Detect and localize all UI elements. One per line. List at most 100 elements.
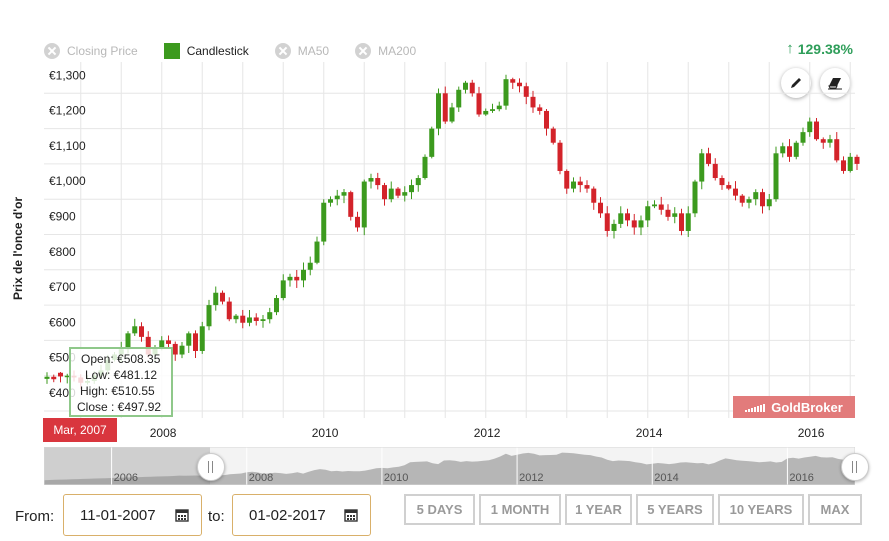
candle: [44, 376, 50, 379]
candle: [719, 178, 725, 186]
candle: [355, 216, 360, 228]
candle: [213, 292, 219, 306]
candle: [449, 107, 455, 122]
candle: [375, 178, 381, 186]
candle: [692, 181, 698, 214]
navigator-tick-label: 2010: [384, 472, 408, 484]
candle: [166, 340, 171, 344]
candle: [746, 199, 752, 203]
calendar-icon: [344, 509, 358, 522]
candle: [186, 333, 192, 346]
candle: [456, 89, 462, 108]
x-axis-ticks: 2008 2010 2012 2014 2016: [150, 426, 825, 440]
to-label: to:: [208, 508, 225, 525]
range-max-button[interactable]: MAX: [808, 494, 862, 525]
tooltip-open: Open: €508.35: [81, 352, 161, 366]
range-1-year-button[interactable]: 1 YEAR: [565, 494, 632, 525]
to-date-value: 01-02-2017: [249, 506, 326, 524]
candle: [820, 139, 826, 143]
from-label: From:: [15, 508, 55, 525]
y-tick-label: €600: [49, 315, 76, 329]
candle: [429, 128, 435, 157]
candle: [726, 185, 732, 189]
candle: [766, 199, 772, 207]
candle: [240, 315, 246, 323]
candle: [328, 199, 333, 203]
y-tick-label: €700: [49, 280, 76, 294]
candle: [51, 376, 57, 380]
candle: [672, 213, 678, 217]
candle: [422, 156, 428, 179]
candle: [287, 276, 293, 281]
candle: [814, 121, 819, 140]
y-tick-label: €900: [49, 210, 76, 224]
candle: [267, 312, 273, 320]
candle: [652, 204, 657, 207]
candle: [307, 262, 313, 270]
y-tick-label: €800: [49, 245, 76, 259]
candle: [712, 163, 718, 179]
range-navigator[interactable]: 2006 2008 2010 2012 2014 2016: [44, 447, 855, 485]
candle: [571, 181, 576, 189]
candle: [706, 153, 711, 164]
candle: [787, 146, 792, 157]
candle: [402, 192, 408, 196]
candle: [854, 156, 860, 164]
range-10-years-button[interactable]: 10 YEARS: [718, 494, 804, 525]
navigator-tick-label: 2016: [789, 472, 813, 484]
tooltip-low: Low: €481.12: [85, 368, 158, 382]
candle: [834, 139, 840, 161]
candle: [793, 142, 799, 157]
candle: [321, 202, 327, 242]
y-tick-label: €1,300: [49, 68, 86, 82]
to-date-input[interactable]: 01-02-2017: [232, 494, 371, 536]
calendar-icon: [175, 509, 189, 522]
range-5-years-button[interactable]: 5 YEARS: [636, 494, 714, 525]
y-tick-label: €1,200: [49, 104, 86, 118]
candle: [800, 132, 806, 143]
candle: [220, 292, 225, 302]
navigator-handle-left[interactable]: [197, 453, 225, 481]
candle: [577, 181, 583, 186]
navigator-handle-right[interactable]: [841, 453, 869, 481]
navigator-tick-label: 2006: [114, 472, 138, 484]
candle: [584, 185, 590, 189]
candle: [699, 153, 705, 182]
range-1-month-button[interactable]: 1 MONTH: [479, 494, 561, 525]
candle: [172, 343, 178, 355]
candle: [247, 317, 252, 323]
tooltip-high: High: €510.55: [80, 384, 155, 398]
candle: [544, 110, 549, 129]
candle: [780, 146, 786, 154]
x-tick-label: 2012: [474, 426, 501, 440]
candle: [537, 107, 543, 111]
navigator-tick-label: 2012: [519, 472, 543, 484]
candle: [679, 213, 684, 231]
candle: [557, 142, 563, 171]
candle: [564, 170, 570, 189]
candle: [490, 109, 495, 111]
candle: [206, 305, 212, 327]
y-tick-label: €1,100: [49, 139, 86, 153]
candle: [827, 139, 833, 143]
tooltip-close: Close : €497.92: [77, 400, 162, 414]
candle: [510, 79, 516, 83]
candle: [233, 315, 239, 320]
y-tick-label: €1,000: [49, 174, 86, 188]
candle: [260, 319, 266, 321]
candle: [645, 206, 651, 221]
navigator-tick-label: 2008: [249, 472, 273, 484]
candle: [463, 82, 468, 90]
candle: [348, 192, 354, 217]
range-5-days-button[interactable]: 5 DAYS: [404, 494, 475, 525]
navigator-tick-label: 2014: [654, 472, 678, 484]
from-date-value: 11-01-2007: [80, 506, 156, 524]
x-tick-label: 2008: [150, 426, 177, 440]
candle: [604, 213, 610, 231]
candle: [253, 317, 259, 321]
candle: [274, 298, 279, 313]
candle: [631, 220, 637, 228]
candle: [476, 93, 482, 115]
from-date-input[interactable]: 11-01-2007: [63, 494, 202, 536]
candle: [334, 195, 340, 200]
